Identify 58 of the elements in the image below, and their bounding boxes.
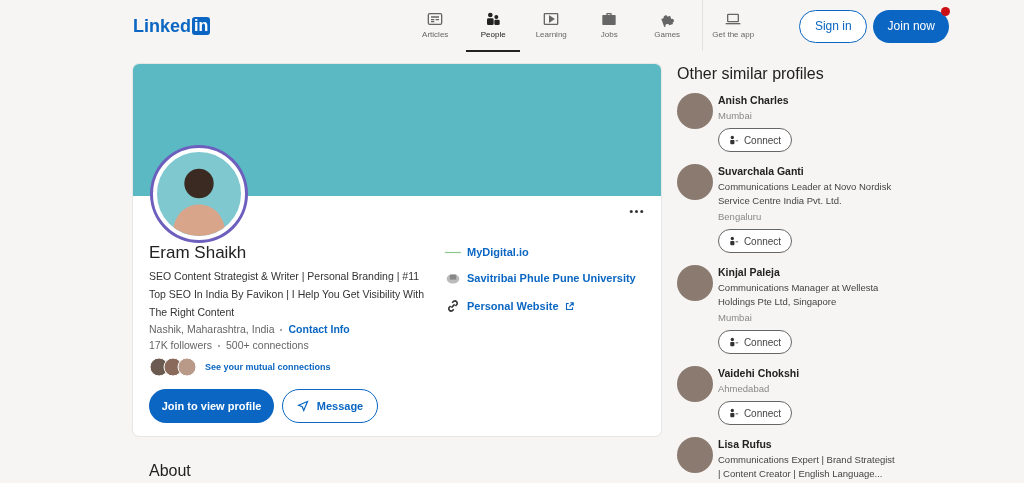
profile-name: Eram Shaikh bbox=[149, 243, 248, 263]
person-location: Ahmedabad bbox=[718, 382, 770, 396]
briefcase-icon bbox=[601, 11, 618, 27]
nav-item[interactable]: Jobs bbox=[582, 0, 637, 52]
person-avatar bbox=[677, 93, 713, 129]
followers-count: 17K followers bbox=[149, 339, 213, 351]
person-avatar bbox=[677, 265, 713, 301]
profile-link[interactable]: Personal Website bbox=[467, 300, 559, 312]
contact-info-link[interactable]: Contact Info bbox=[288, 323, 350, 335]
connect-button[interactable]: Connect bbox=[718, 128, 792, 152]
person-name[interactable]: Vaidehi Chokshi bbox=[718, 366, 800, 380]
person-avatar bbox=[677, 164, 713, 200]
company-logo-icon bbox=[445, 250, 461, 254]
person-headline: Communications Expert | Brand Strategist | Content Creator | English Language... bbox=[718, 453, 896, 481]
location-text: Nashik, Maharashtra, India bbox=[149, 323, 275, 335]
person-location: Bengaluru bbox=[718, 210, 762, 224]
nav-item[interactable]: Games bbox=[640, 0, 695, 52]
profile-link[interactable]: MyDigital.io bbox=[467, 246, 529, 258]
person-name[interactable]: Suvarchala Ganti bbox=[718, 164, 804, 178]
person-name[interactable]: Kinjal Paleja bbox=[718, 265, 780, 279]
connections-count: 500+ connections bbox=[226, 339, 309, 351]
connect-button[interactable]: Connect bbox=[718, 229, 792, 253]
join-now-button[interactable]: Join now bbox=[873, 9, 950, 43]
sign-in-button[interactable]: Sign in bbox=[799, 9, 868, 43]
join-to-view-profile-button[interactable]: Join to view profile bbox=[149, 389, 274, 423]
article-icon bbox=[427, 11, 444, 27]
external-link-icon bbox=[564, 301, 574, 311]
nav-item[interactable]: Learning bbox=[524, 0, 579, 52]
nav-item[interactable]: People bbox=[466, 0, 521, 52]
add-person-icon bbox=[728, 236, 739, 246]
send-icon bbox=[296, 400, 309, 412]
add-person-icon bbox=[728, 135, 739, 145]
person-location: Mumbai bbox=[718, 109, 752, 123]
link-icon bbox=[445, 298, 461, 314]
video-icon bbox=[543, 11, 560, 27]
person-location: Mumbai bbox=[718, 311, 752, 325]
people-icon bbox=[485, 11, 502, 27]
more-icon[interactable] bbox=[629, 209, 644, 214]
profile-link[interactable]: Savitribai Phule Pune University bbox=[467, 272, 636, 284]
nav-item[interactable]: Articles bbox=[408, 0, 463, 52]
person-avatar bbox=[677, 366, 713, 402]
message-button[interactable]: Message bbox=[282, 389, 378, 423]
person-name[interactable]: Anish Charles bbox=[718, 93, 789, 107]
profile-headline: SEO Content Strategist & Writer | Personal Branding | #11 Top SEO In India By Favikon | I Help You Get Visibility With The Right Content bbox=[149, 269, 426, 320]
connect-button[interactable]: Connect bbox=[718, 401, 792, 425]
about-heading: About bbox=[149, 462, 192, 480]
mutual-connections-link[interactable]: See your mutual connections bbox=[205, 362, 331, 372]
person-headline: Communications Leader at Novo Nordisk Service Centre India Pvt. Ltd. bbox=[718, 180, 893, 208]
person-avatar bbox=[677, 437, 713, 473]
add-person-icon bbox=[728, 408, 739, 418]
laptop-icon bbox=[725, 11, 742, 27]
add-person-icon bbox=[728, 337, 739, 347]
nav-item[interactable]: Get the app bbox=[702, 0, 764, 52]
similar-profiles-title: Other similar profiles bbox=[677, 65, 825, 83]
linkedin-logo[interactable]: Linked in bbox=[133, 15, 211, 37]
connect-button[interactable]: Connect bbox=[718, 330, 792, 354]
person-name[interactable]: Lisa Rufus bbox=[718, 437, 772, 451]
person-headline: Communications Manager at Wellesta Holdings Pte Ltd, Singapore bbox=[718, 281, 880, 309]
